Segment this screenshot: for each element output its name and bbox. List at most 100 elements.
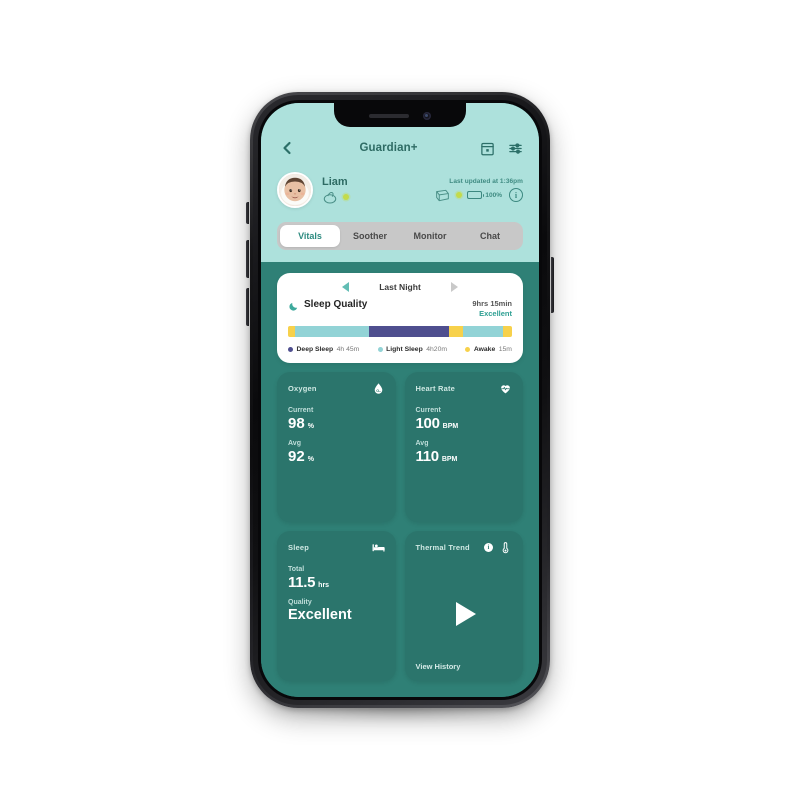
soother-status [322, 190, 349, 204]
play-icon[interactable] [455, 602, 476, 627]
metric-grid: Oxygen O₂ Current 98 % Avg 92 % Heart Ra… [277, 372, 523, 681]
phone-screen: Guardian+ Liam Last updated at 1:36pm 10… [261, 103, 539, 697]
sleep-summary-title: Sleep [288, 543, 310, 553]
bed-icon [372, 541, 385, 554]
phone-notch [334, 103, 466, 127]
earpiece-speaker-icon [369, 114, 409, 118]
sleep-card-title: Sleep Quality [304, 299, 368, 310]
device-status-icons: 100% i [434, 188, 523, 202]
app-header: Guardian+ [277, 133, 523, 163]
heart-rate-title: Heart Rate [415, 384, 456, 394]
oxygen-card-header: Oxygen O₂ [288, 382, 385, 395]
sleep-total-value: 11.5 [288, 574, 316, 592]
device-status: Last updated at 1:36pm 100% i [434, 178, 523, 202]
sleep-segment [288, 326, 295, 338]
oxygen-drop-icon: O₂ [372, 382, 385, 395]
sleep-total-row: 11.5 hrs [288, 575, 385, 590]
oxygen-current-label: Current [288, 407, 314, 415]
thermal-trend-card[interactable]: Thermal Trend i View History [404, 531, 523, 681]
moon-icon [288, 299, 299, 311]
tab-soother[interactable]: Soother [340, 225, 400, 247]
sleep-timeline-bar[interactable] [288, 326, 512, 338]
oxygen-avg-row: 92 % [288, 449, 385, 464]
heart-rate-card-header: Heart Rate [416, 382, 513, 395]
thermal-card-head: Thermal Trend i [416, 541, 513, 554]
heart-rate-avg-label: Avg [415, 440, 429, 448]
last-updated-text: Last updated at 1:36pm [449, 178, 523, 185]
oxygen-card[interactable]: Oxygen O₂ Current 98 % Avg 92 % [277, 372, 396, 523]
diaper-status-dot [456, 192, 463, 198]
front-camera-icon [423, 112, 431, 120]
thermal-head-icons: i [484, 541, 512, 554]
sleep-summary: 9hrs 15min Excellent [472, 299, 512, 319]
heart-rate-current-label: Current [415, 407, 441, 415]
legend-label: Awake [473, 346, 496, 354]
legend-color-dot [465, 347, 471, 353]
legend-label: Deep Sleep [296, 346, 334, 354]
sleep-quality-label: Quality [288, 599, 312, 607]
sliders-icon[interactable] [508, 141, 523, 156]
sleep-quality-block: Quality Excellent [288, 599, 385, 623]
legend-item: Deep Sleep 4h 45m [288, 346, 359, 353]
legend-value: 4h20m [426, 346, 448, 354]
oxygen-avg-block: Avg 92 % [288, 440, 385, 464]
legend-item: Light Sleep 4h20m [377, 346, 448, 354]
mute-switch[interactable] [246, 202, 249, 224]
phone-mockup: Guardian+ Liam Last updated at 1:36pm 10… [246, 92, 554, 722]
legend-label: Light Sleep [386, 346, 423, 354]
battery-indicator: 100% [467, 191, 502, 199]
info-icon[interactable]: i [484, 543, 493, 553]
heart-rate-avg-value: 110 [415, 448, 440, 466]
diaper-icon [434, 189, 451, 202]
oxygen-current-row: 98 % [288, 416, 385, 431]
oxygen-title: Oxygen [288, 384, 317, 394]
sleep-total-unit: hrs [318, 582, 330, 590]
heart-rate-avg-row: 110 BPM [416, 449, 513, 464]
legend-color-dot [288, 347, 293, 353]
avatar[interactable] [277, 172, 313, 208]
tab-monitor[interactable]: Monitor [400, 225, 460, 247]
oxygen-current-value: 98 [288, 415, 305, 433]
sleep-card-header: Sleep Quality 9hrs 15min Excellent [288, 299, 512, 319]
volume-down-button[interactable] [246, 288, 249, 326]
profile-info: Liam [322, 176, 349, 204]
heart-rate-card[interactable]: Heart Rate Current 100 BPM Avg 110 BPM [404, 372, 523, 523]
tab-chat[interactable]: Chat [460, 225, 520, 247]
sleep-segment [503, 326, 512, 338]
oxygen-current-block: Current 98 % [288, 407, 385, 431]
oxygen-avg-unit: % [307, 456, 314, 464]
sleep-quality-card: Last Night Sleep Quality 9hrs 15min Exce… [277, 273, 523, 364]
profile-row: Liam Last updated at 1:36pm 100% i [277, 172, 523, 220]
legend-item: Awake 15m [465, 346, 512, 353]
page-title: Guardian+ [359, 142, 418, 154]
sleep-segment [368, 326, 450, 338]
heart-rate-current-unit: BPM [442, 423, 459, 431]
oxygen-current-unit: % [307, 423, 314, 431]
calendar-icon[interactable] [480, 141, 495, 156]
legend-color-dot [377, 347, 383, 353]
thermal-title: Thermal Trend [415, 543, 470, 553]
tab-bar: Vitals Soother Monitor Chat [277, 222, 523, 250]
power-button[interactable] [551, 257, 554, 313]
sleep-segment [462, 326, 503, 338]
sleep-title-group: Sleep Quality [288, 299, 368, 311]
thermal-play-area[interactable] [416, 566, 513, 662]
info-icon[interactable]: i [509, 188, 523, 202]
sleep-card-head: Sleep [288, 541, 385, 554]
night-navigator: Last Night [288, 282, 512, 292]
sleep-summary-card[interactable]: Sleep Total 11.5 hrs Quality Excellent [277, 531, 396, 681]
caret-right-icon[interactable] [450, 282, 458, 292]
volume-up-button[interactable] [246, 240, 249, 278]
heart-rate-avg-block: Avg 110 BPM [416, 440, 513, 464]
view-history-link[interactable]: View History [416, 662, 513, 671]
oxygen-avg-label: Avg [288, 440, 301, 448]
tab-vitals[interactable]: Vitals [280, 225, 340, 247]
heart-rate-current-row: 100 BPM [416, 416, 513, 431]
night-label: Last Night [379, 282, 421, 292]
sleep-segment [449, 326, 463, 338]
caret-left-icon[interactable] [342, 282, 350, 292]
battery-level: 100% [485, 191, 502, 199]
svg-text:O₂: O₂ [376, 389, 381, 393]
baby-name: Liam [322, 175, 348, 188]
back-button[interactable] [277, 138, 297, 158]
